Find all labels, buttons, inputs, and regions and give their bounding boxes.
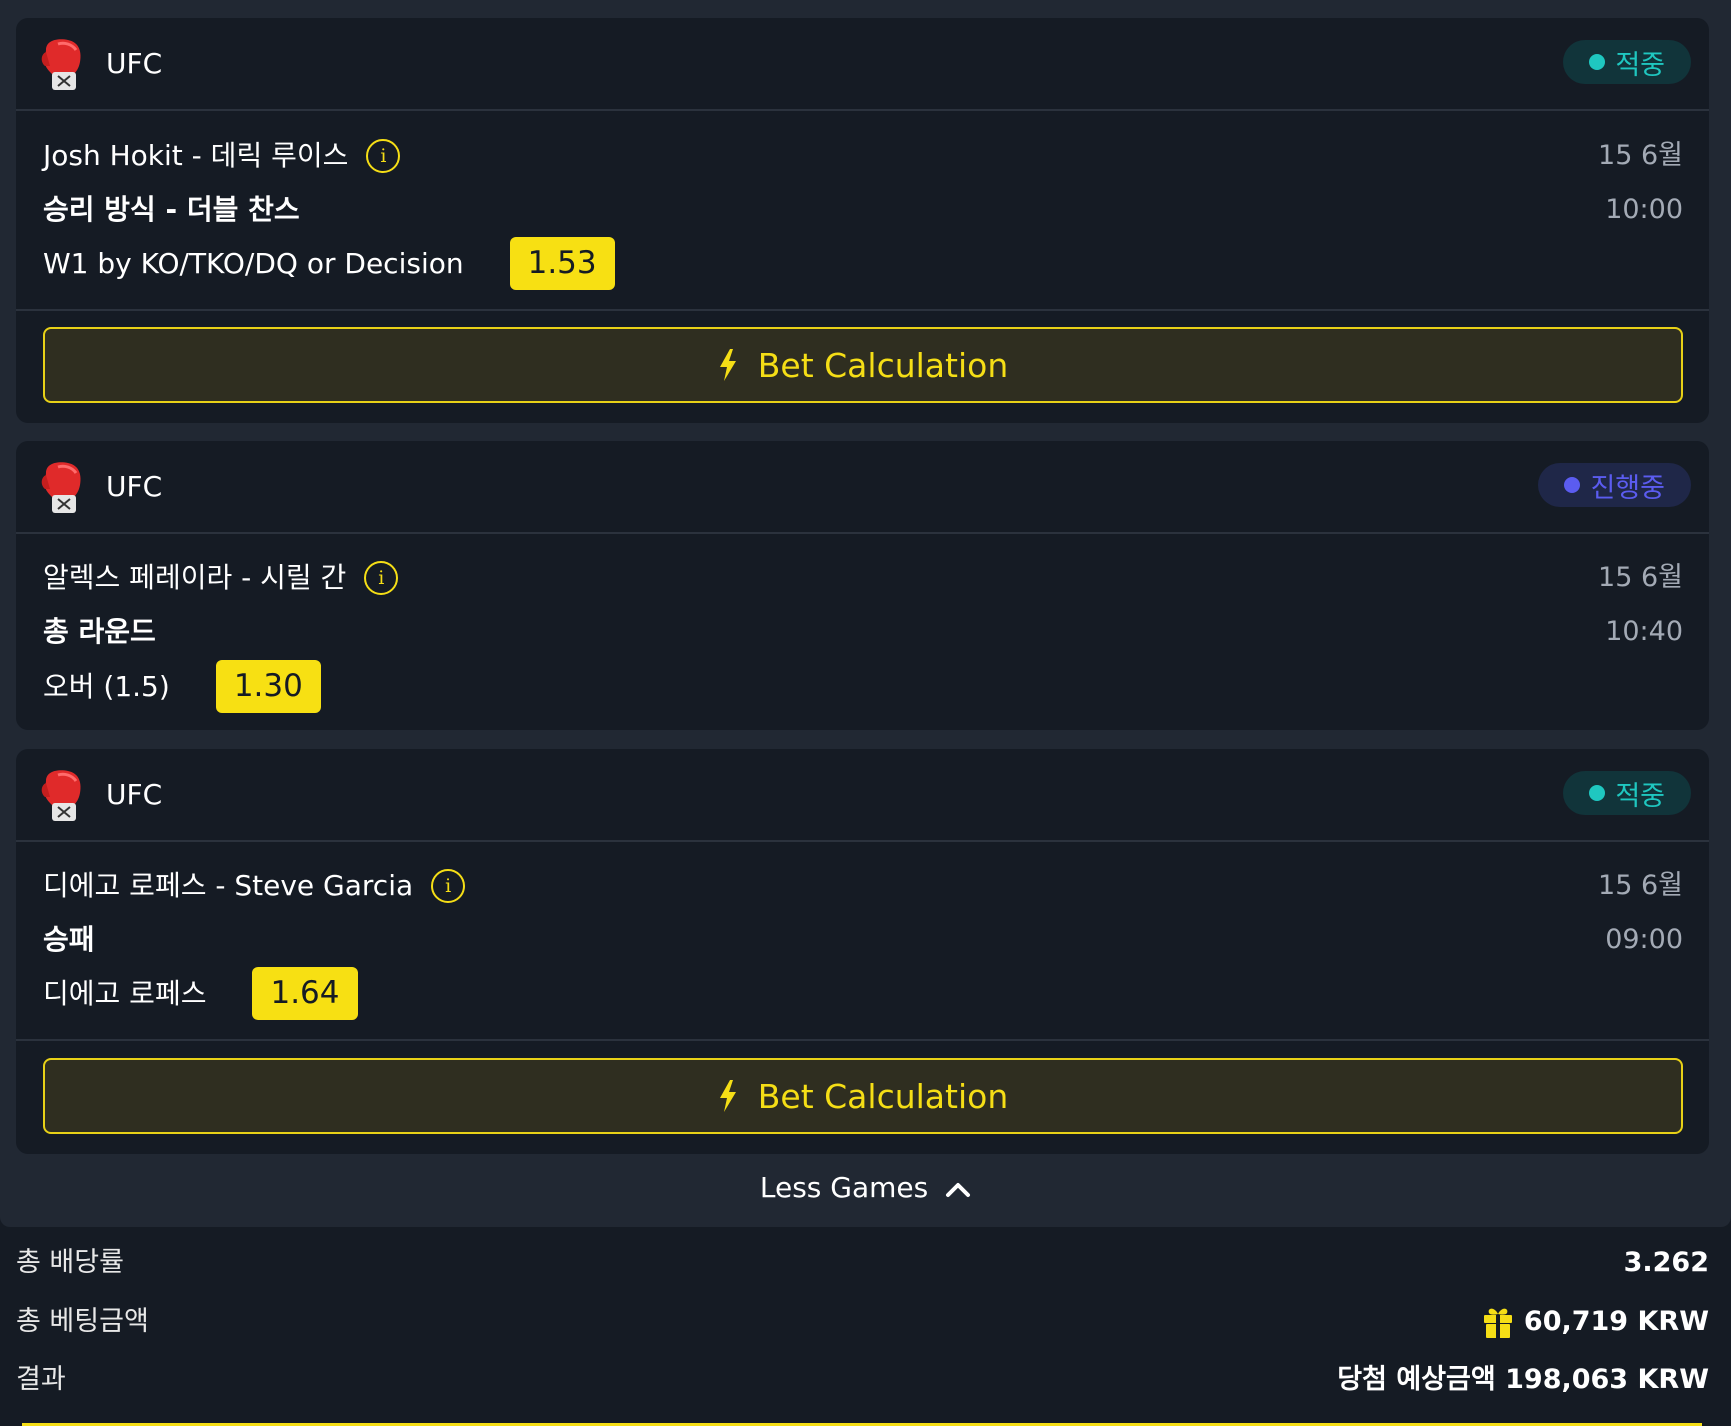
bet-slip-panel: UFC 적중 Josh Hokit - 데릭 루이스 i 15 6월 10:00…	[0, 0, 1731, 1227]
bet-calculation-label: Bet Calculation	[757, 345, 1009, 385]
result-value: 당첨 예상금액 198,063 KRW	[1337, 1364, 1709, 1395]
match-name: Josh Hokit - 데릭 루이스	[43, 139, 349, 172]
match-title: Josh Hokit - 데릭 루이스 i	[43, 138, 401, 174]
bet-card: UFC 적중 Josh Hokit - 데릭 루이스 i 15 6월 10:00…	[16, 18, 1709, 423]
status-badge: 적중	[1563, 771, 1691, 815]
total-stake-label: 총 베팅금액	[16, 1306, 149, 1337]
pick-row: W1 by KO/TKO/DQ or Decision 1.53	[43, 237, 615, 290]
match-date: 15 6월	[1598, 562, 1683, 593]
pick-row: 디에고 로페스 1.64	[43, 967, 358, 1020]
status-dot-icon	[1589, 54, 1606, 70]
odds-badge: 1.53	[509, 237, 615, 290]
bet-calculation-button[interactable]: Bet Calculation	[43, 1058, 1683, 1134]
info-icon[interactable]: i	[366, 139, 401, 173]
odds-badge: 1.64	[252, 967, 358, 1020]
pick-name: W1 by KO/TKO/DQ or Decision	[43, 246, 464, 280]
status-dot-icon	[1589, 785, 1606, 801]
card-header: UFC 진행중	[16, 441, 1709, 534]
match-time: 10:00	[1605, 194, 1683, 225]
gift-icon	[1483, 1308, 1512, 1338]
market-name: 승리 방식 - 더블 찬스	[43, 193, 300, 226]
total-odds-value: 3.262	[1623, 1247, 1709, 1278]
boxing-glove-icon	[41, 39, 81, 90]
chevron-up-icon	[946, 1183, 971, 1197]
status-badge: 진행중	[1538, 463, 1691, 507]
status-label: 적중	[1615, 780, 1665, 812]
status-label: 진행중	[1590, 472, 1665, 504]
boxing-glove-icon	[41, 770, 81, 821]
lightning-icon	[719, 349, 736, 381]
match-name: 알렉스 페레이라 - 시릴 간	[43, 561, 347, 594]
lightning-icon	[719, 1080, 736, 1112]
status-dot-icon	[1564, 477, 1581, 493]
bet-card: UFC 진행중 알렉스 페레이라 - 시릴 간 i 15 6월 10:40 총 …	[16, 441, 1709, 730]
info-icon[interactable]: i	[364, 561, 399, 595]
card-header: UFC 적중	[16, 749, 1709, 842]
total-stake-value: 60,719 KRW	[1523, 1306, 1709, 1337]
status-label: 적중	[1615, 49, 1665, 81]
bet-calculation-label: Bet Calculation	[757, 1076, 1009, 1116]
info-icon[interactable]: i	[431, 869, 466, 903]
match-time: 10:40	[1605, 616, 1683, 647]
match-title: 디에고 로페스 - Steve Garcia i	[43, 868, 466, 904]
result-label: 결과	[16, 1364, 66, 1395]
pick-name: 디에고 로페스	[43, 976, 207, 1010]
pick-name: 오버 (1.5)	[43, 669, 170, 703]
match-date: 15 6월	[1598, 140, 1683, 171]
status-badge: 적중	[1563, 40, 1691, 84]
card-footer: Bet Calculation	[16, 309, 1709, 423]
bet-card: UFC 적중 디에고 로페스 - Steve Garcia i 15 6월 09…	[16, 749, 1709, 1154]
card-footer: Bet Calculation	[16, 1039, 1709, 1154]
pick-row: 오버 (1.5) 1.30	[43, 660, 321, 713]
total-odds-label: 총 배당률	[16, 1247, 124, 1278]
sport-name: UFC	[106, 47, 163, 80]
odds-badge: 1.30	[215, 660, 321, 713]
bet-calculation-button[interactable]: Bet Calculation	[43, 327, 1683, 403]
sport-name: UFC	[106, 470, 163, 503]
match-date: 15 6월	[1598, 870, 1683, 901]
match-time: 09:00	[1605, 924, 1683, 955]
match-title: 알렉스 페레이라 - 시릴 간 i	[43, 560, 399, 596]
match-name: 디에고 로페스 - Steve Garcia	[43, 869, 414, 902]
market-name: 총 라운드	[43, 615, 156, 648]
card-header: UFC 적중	[16, 18, 1709, 111]
boxing-glove-icon	[41, 462, 81, 513]
less-games-label: Less Games	[759, 1171, 929, 1204]
market-name: 승패	[43, 923, 95, 956]
total-stake-value-wrap: 60,719 KRW	[1482, 1304, 1709, 1340]
less-games-toggle[interactable]: Less Games	[0, 1170, 1731, 1206]
sport-name: UFC	[106, 778, 163, 811]
